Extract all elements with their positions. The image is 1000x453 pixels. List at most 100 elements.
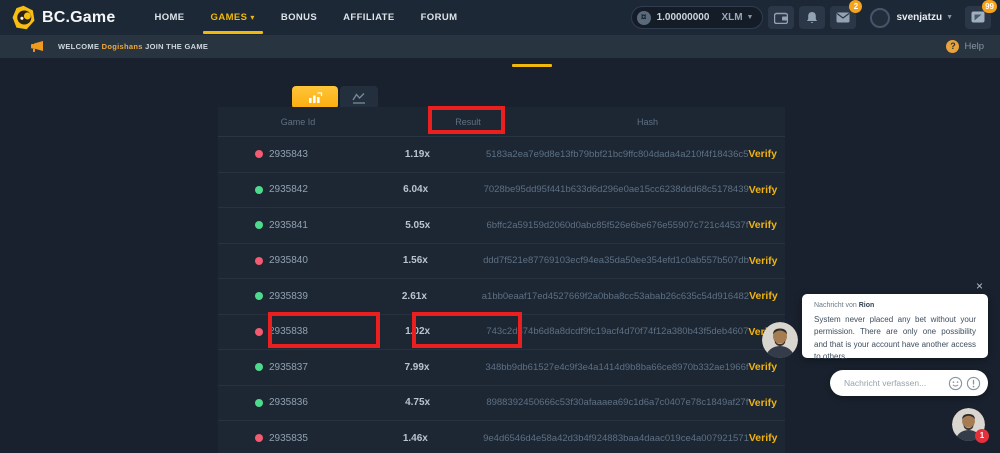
chat-widget-avatar[interactable]: 1: [952, 408, 985, 441]
result-value: 4.75x: [349, 397, 486, 408]
status-dot: [255, 363, 263, 371]
notifications-button[interactable]: [799, 6, 825, 29]
announcement-bar: WELCOME Dogishans JOIN THE GAME ? Help: [0, 35, 1000, 58]
chevron-down-icon: ▼: [946, 14, 953, 21]
game-id: 2935841: [269, 220, 308, 231]
status-dot: [255, 328, 263, 336]
annotation-box-result-1-02x: [412, 312, 522, 348]
results-table: Game Id Result Hash 2935843 1.19x 5183a2…: [218, 107, 785, 453]
top-header: BC.Game HOME GAMES▾ BONUS AFFILIATE FORU…: [0, 0, 1000, 35]
bcgame-logo-icon: [11, 5, 36, 30]
chevron-down-icon: ▼: [747, 14, 754, 21]
logo[interactable]: BC.Game: [11, 5, 115, 30]
unread-count-badge: 1: [975, 429, 989, 443]
column-header-hash: Hash: [558, 117, 737, 127]
logo-text: BC.Game: [42, 9, 115, 27]
view-toggle: [292, 86, 378, 109]
result-value: 2.61x: [347, 291, 482, 302]
bar-chart-icon: [308, 92, 323, 104]
chat-input-bar: [830, 370, 988, 396]
verify-link[interactable]: Verify: [749, 290, 785, 302]
person-avatar-icon: [762, 322, 798, 358]
chevron-down-icon: ▾: [250, 13, 254, 22]
emoji-icon[interactable]: [948, 376, 963, 391]
help-link[interactable]: ? Help: [946, 40, 1000, 53]
chat-sender: Rion: [859, 302, 875, 309]
chat-notification-card[interactable]: Nachricht von Rion System never placed a…: [802, 294, 988, 358]
mail-icon: [836, 12, 850, 23]
mail-badge: 2: [849, 0, 862, 13]
table-row: 2935840 1.56x ddd7f521e87769103ecf94ea35…: [218, 244, 785, 280]
status-dot: [255, 221, 263, 229]
table-row: 2935836 4.75x 8988392450666c53f30afaaaea…: [218, 386, 785, 422]
game-id: 2935835: [269, 433, 308, 444]
nav-games[interactable]: GAMES▾: [207, 0, 259, 35]
announcement-text: WELCOME Dogishans JOIN THE GAME: [58, 42, 208, 51]
table-row: 2935835 1.46x 9e4d6546d4e58a42d3b4f92488…: [218, 421, 785, 453]
announcement-username: Dogishans: [102, 42, 143, 51]
tab-my-bets[interactable]: [292, 86, 338, 109]
nav-home[interactable]: HOME: [150, 0, 188, 35]
verify-link[interactable]: Verify: [749, 184, 785, 196]
chat-button[interactable]: 99: [965, 6, 991, 29]
verify-link[interactable]: Verify: [748, 148, 785, 160]
bcgame-page: BC.Game HOME GAMES▾ BONUS AFFILIATE FORU…: [0, 0, 1000, 453]
verify-link[interactable]: Verify: [749, 361, 786, 373]
hash-value: 743c2d874b6d8a8dcdf9fc19acf4d70f74f12a38…: [486, 326, 748, 337]
chat-message-text: System never placed any bet without your…: [814, 314, 976, 364]
hash-value: 8988392450666c53f30afaaaea69c1d6a7c0407e…: [486, 397, 748, 408]
user-menu[interactable]: svenjatzu ▼: [870, 8, 953, 28]
status-dot: [255, 186, 263, 194]
currency-label: XLM: [721, 12, 742, 23]
result-value: 1.46x: [348, 433, 484, 444]
balance-amount: 1.00000000: [657, 12, 710, 23]
hash-value: 6bffc2a59159d2060d0abc85f526e6be676e5590…: [486, 220, 748, 231]
status-dot: [255, 292, 263, 300]
game-id: 2935842: [269, 184, 308, 195]
result-value: 5.05x: [349, 220, 487, 231]
status-dot: [255, 150, 263, 158]
result-value: 1.56x: [348, 255, 484, 266]
trend-chart-icon: [352, 92, 366, 104]
verify-link[interactable]: Verify: [749, 432, 785, 444]
nav-affiliate[interactable]: AFFILIATE: [339, 0, 398, 35]
user-avatar: [870, 8, 890, 28]
chat-icon: [971, 11, 985, 24]
mail-button[interactable]: 2: [830, 6, 856, 29]
info-icon[interactable]: [966, 376, 981, 391]
annotation-box-result-header: [428, 106, 505, 134]
close-icon[interactable]: ×: [976, 280, 983, 292]
verify-link[interactable]: Verify: [749, 255, 785, 267]
table-body: 2935843 1.19x 5183a2ea7e9d8e13fb79bbf21b…: [218, 137, 785, 453]
nav-bonus[interactable]: BONUS: [277, 0, 321, 35]
hash-value: 9e4d6546d4e58a42d3b4f924883baa4daac019ce…: [483, 433, 749, 444]
tab-trends[interactable]: [340, 86, 378, 109]
table-row: 2935839 2.61x a1bb0eaaf17ed4527669f2a0bb…: [218, 279, 785, 315]
verify-link[interactable]: Verify: [748, 397, 785, 409]
annotation-box-game-id-2935838: [268, 312, 380, 348]
status-dot: [255, 257, 263, 265]
table-row: 2935841 5.05x 6bffc2a59159d2060d0abc85f5…: [218, 208, 785, 244]
table-row: 2935843 1.19x 5183a2ea7e9d8e13fb79bbf21b…: [218, 137, 785, 173]
chat-message-input[interactable]: [844, 378, 945, 388]
nav-forum[interactable]: FORUM: [417, 0, 462, 35]
help-label: Help: [964, 41, 984, 52]
column-header-game-id: Game Id: [218, 117, 378, 127]
game-id: 2935836: [269, 397, 308, 408]
game-id: 2935839: [269, 291, 308, 302]
status-dot: [255, 399, 263, 407]
result-value: 7.99x: [349, 362, 486, 373]
coin-icon: ¤: [637, 11, 651, 25]
chat-sender-line: Nachricht von Rion: [814, 302, 976, 309]
active-tab-indicator: [512, 64, 552, 67]
bell-icon: [806, 11, 818, 24]
hash-value: 7028be95dd95f441b633d6d296e0ae15cc6238dd…: [484, 184, 749, 195]
chat-sender-avatar: [762, 322, 798, 358]
game-id: 2935837: [269, 362, 308, 373]
wallet-button[interactable]: [768, 6, 794, 29]
verify-link[interactable]: Verify: [748, 219, 785, 231]
balance-selector[interactable]: ¤ 1.00000000 XLM ▼: [631, 6, 764, 29]
hash-value: 5183a2ea7e9d8e13fb79bbf21bc9ffc804dada4a…: [486, 149, 748, 160]
username: svenjatzu: [896, 12, 942, 23]
hash-value: 348bb9db61527e4c9f3e4a1414d9b8ba66ce8970…: [485, 362, 748, 373]
